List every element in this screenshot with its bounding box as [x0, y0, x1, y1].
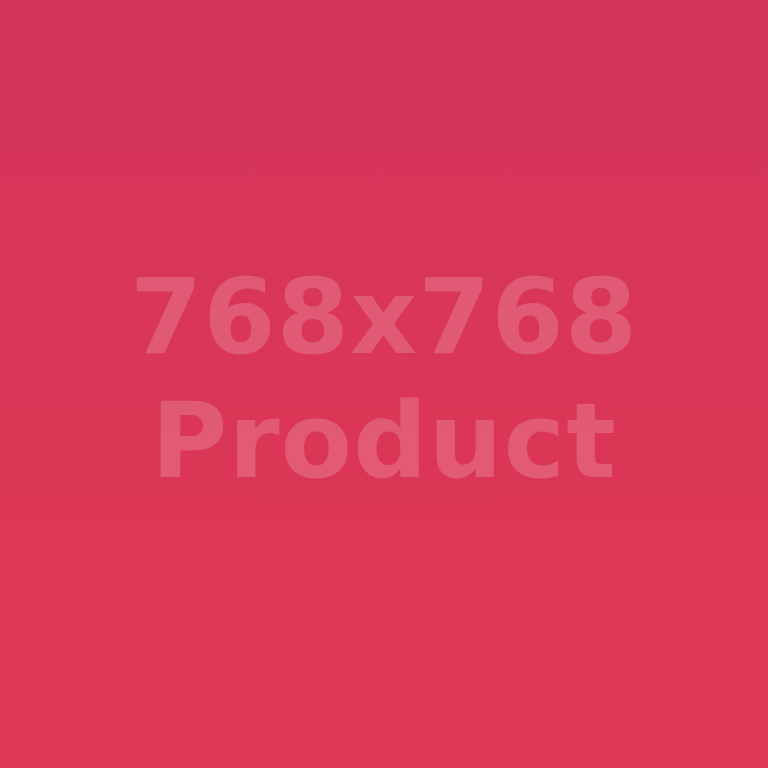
placeholder-dimensions-text: 768x768: [129, 256, 639, 378]
placeholder-image: 768x768 Product: [0, 0, 768, 768]
placeholder-label-text: Product: [151, 380, 617, 502]
